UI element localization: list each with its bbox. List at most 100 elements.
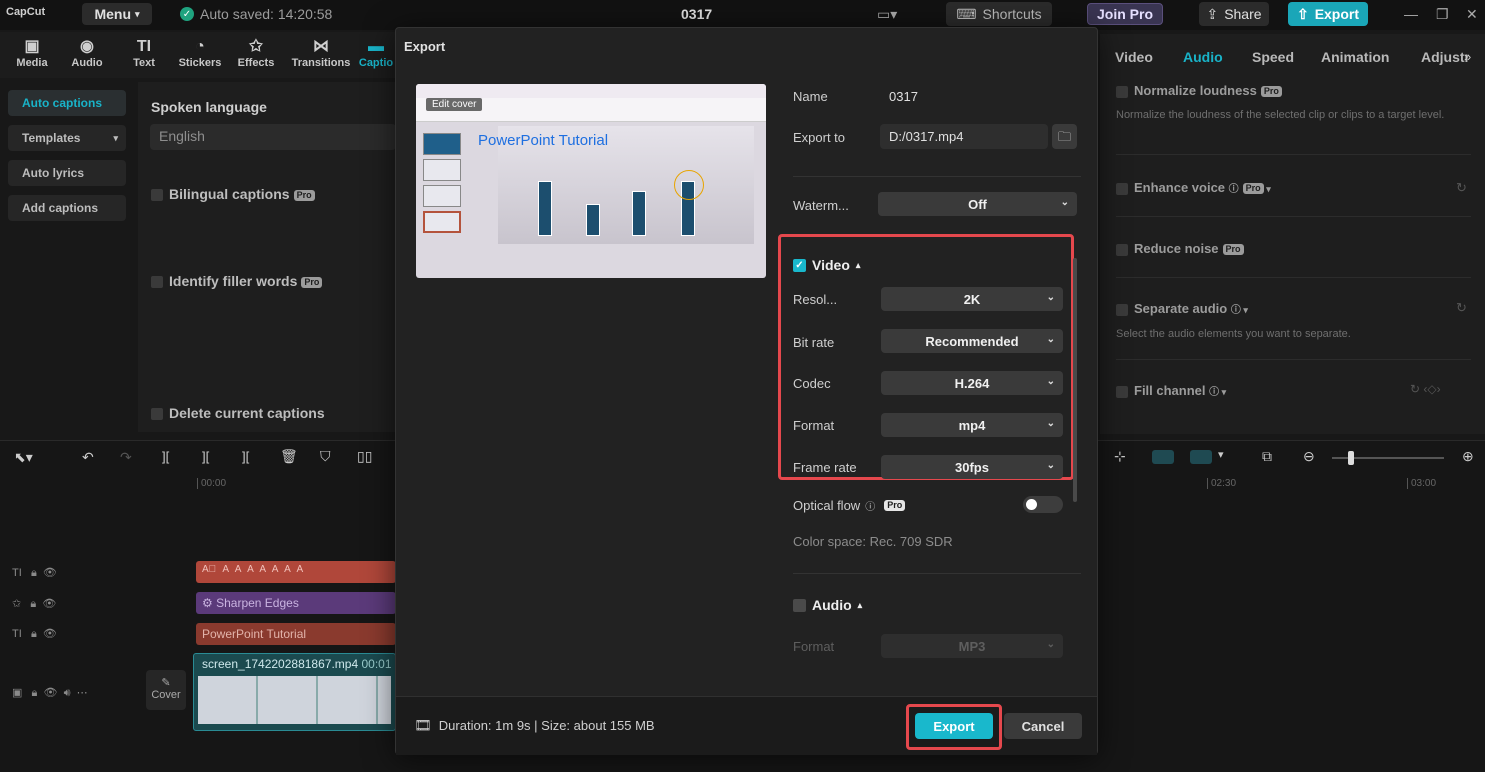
toolbar-text[interactable]: TI Text <box>119 37 169 69</box>
filler-checkbox[interactable] <box>151 276 163 289</box>
toolbar-effects[interactable]: ✩ Effects <box>231 37 281 69</box>
split-left-icon[interactable]: ][ <box>202 449 209 464</box>
check-circle-icon: ✓ <box>180 7 194 21</box>
separate-checkbox[interactable] <box>1116 303 1128 316</box>
normalize-row[interactable]: Normalize loudness Pro <box>1116 83 1282 98</box>
preview-axis-icon[interactable] <box>1190 450 1212 464</box>
optical-flow-toggle[interactable] <box>1023 496 1063 513</box>
edit-cover-label[interactable]: Edit cover <box>426 98 483 111</box>
resolution-select[interactable]: 2K ⌄ <box>881 287 1063 311</box>
redo-icon[interactable]: ↷ <box>120 449 132 466</box>
export-button[interactable]: Export <box>915 713 993 739</box>
export-preview[interactable]: Edit cover PowerPoint Tutorial <box>416 84 766 278</box>
layout-icon[interactable]: ▭▾ <box>877 6 907 24</box>
tab-adjustment[interactable]: Adjustme <box>1421 49 1469 65</box>
filler-words-row[interactable]: Identify filler words Pro <box>151 273 323 289</box>
video-clip-label: screen_1742202881867.mp4 <box>202 657 359 671</box>
snap-icon[interactable]: ⊹ <box>1114 448 1126 465</box>
export-dialog: Export Edit cover PowerPoint Tutorial Na… <box>395 27 1098 755</box>
framerate-select[interactable]: 30fps ⌄ <box>881 455 1063 479</box>
zoom-slider-handle[interactable] <box>1348 451 1354 465</box>
crop-icon[interactable]: ▯▯ <box>357 448 372 465</box>
minimize-icon[interactable]: — <box>1404 6 1418 22</box>
delete-captions-row[interactable]: Delete current captions <box>151 405 325 421</box>
cancel-button[interactable]: Cancel <box>1004 713 1082 739</box>
zoom-in-icon[interactable]: ⊕ <box>1462 448 1474 465</box>
codec-select[interactable]: H.264 ⌄ <box>881 371 1063 395</box>
text-clip[interactable]: PowerPoint Tutorial <box>196 623 396 645</box>
normalize-checkbox[interactable] <box>1116 85 1128 98</box>
join-pro-button[interactable]: Join Pro <box>1087 3 1163 25</box>
folder-icon[interactable]: 🗀 <box>1052 124 1077 149</box>
tab-animation[interactable]: Animation <box>1321 49 1389 65</box>
tab-video[interactable]: Video <box>1115 49 1153 65</box>
toolbar-captions[interactable]: ▬ Captio <box>356 37 396 69</box>
audio-section-toggle[interactable]: Audio ▴ <box>793 597 862 613</box>
video-clip[interactable]: screen_1742202881867.mp4 00:01 <box>193 653 396 731</box>
nav-auto-captions[interactable]: Auto captions <box>8 90 126 116</box>
keyframe-icon[interactable]: ↻ ‹◇› <box>1410 382 1441 396</box>
fill-channel-row[interactable]: Fill channel ⓘ ▾ <box>1116 383 1226 398</box>
resolution-label: Resol... <box>793 292 838 307</box>
effect-clip[interactable]: ⚙ Sharpen Edges <box>196 592 396 614</box>
language-select[interactable]: English <box>150 124 396 150</box>
enhance-checkbox[interactable] <box>1116 182 1128 195</box>
menu-button[interactable]: Menu ▾ <box>82 3 152 25</box>
shortcuts-button[interactable]: ⌨ Shortcuts <box>946 2 1052 26</box>
toolbar-audio[interactable]: ◉ Audio <box>62 37 112 69</box>
zoom-out-icon[interactable]: ⊖ <box>1303 448 1315 465</box>
video-checkbox[interactable]: ✓ <box>793 258 806 272</box>
tab-speed[interactable]: Speed <box>1252 49 1294 65</box>
reset-icon[interactable]: ↻ <box>1456 300 1467 316</box>
chevron-down-icon[interactable]: ▾ <box>1218 448 1224 461</box>
settings-scrollbar[interactable] <box>1073 258 1077 502</box>
maximize-icon[interactable]: ❐ <box>1436 6 1449 23</box>
enhance-voice-row[interactable]: Enhance voice ⓘ Pro ▾ <box>1116 180 1271 195</box>
toolbar-media[interactable]: ▣ Media <box>7 37 57 69</box>
more-tabs-icon[interactable]: » <box>1464 49 1471 64</box>
link-toggle-icon[interactable] <box>1152 450 1174 464</box>
toolbar-transitions[interactable]: ⋈ Transitions <box>290 37 352 69</box>
nav-templates[interactable]: Templates ▾ <box>8 125 126 151</box>
audio-checkbox[interactable] <box>793 598 806 612</box>
caption-clips[interactable]: A⃞ A A A A A A A <box>196 561 396 583</box>
watermark-select[interactable]: Off ⌄ <box>878 192 1077 216</box>
nav-add-captions[interactable]: Add captions <box>8 195 126 221</box>
reduce-checkbox[interactable] <box>1116 243 1128 256</box>
format-select[interactable]: mp4 ⌄ <box>881 413 1063 437</box>
share-button[interactable]: ⇪ Share <box>1199 2 1269 26</box>
audio-format-select[interactable]: MP3 ⌄ <box>881 634 1063 658</box>
undo-icon[interactable]: ↶ <box>82 449 94 466</box>
export-top-button[interactable]: ⇧ Export <box>1288 2 1368 26</box>
reset-icon[interactable]: ↻ <box>1456 180 1467 196</box>
shield-icon[interactable]: ⛉ <box>320 448 331 465</box>
toolbar-transitions-label: Transitions <box>291 57 351 69</box>
divider <box>1116 277 1471 278</box>
export-to-label: Export to <box>793 130 846 145</box>
pro-badge: Pro <box>1260 86 1282 98</box>
name-value[interactable]: 0317 <box>889 89 918 104</box>
tab-audio[interactable]: Audio <box>1183 49 1223 65</box>
time-marker-2: 02:30 <box>1207 478 1236 489</box>
delete-icon[interactable]: 🗑︎ <box>280 448 298 465</box>
cover-button[interactable]: ✎ Cover <box>146 670 186 710</box>
nav-auto-lyrics[interactable]: Auto lyrics <box>8 160 126 186</box>
reduce-noise-row[interactable]: Reduce noise Pro <box>1116 241 1244 256</box>
video-section-toggle[interactable]: ✓ Video ▴ <box>793 257 860 273</box>
fill-checkbox[interactable] <box>1116 385 1128 398</box>
split-right-icon[interactable]: ][ <box>242 449 249 464</box>
split-icon[interactable]: ][ <box>162 449 169 464</box>
caption-preview-icon[interactable]: ⧉ <box>1262 448 1272 465</box>
delete-checkbox[interactable] <box>151 408 163 421</box>
close-icon[interactable]: ✕ <box>1466 6 1478 23</box>
select-tool-icon[interactable]: ⬉▾ <box>14 449 33 466</box>
bilingual-checkbox[interactable] <box>151 189 163 202</box>
export-path-input[interactable]: D:/0317.mp4 <box>880 124 1048 149</box>
separate-label: Separate audio <box>1134 301 1228 316</box>
info-icon: ⓘ <box>1228 184 1239 195</box>
bilingual-captions-row[interactable]: Bilingual captions Pro <box>151 186 315 202</box>
toolbar-stickers[interactable]: ◔ Stickers <box>175 37 225 69</box>
separate-audio-row[interactable]: Separate audio ⓘ ▾ <box>1116 301 1248 316</box>
bitrate-select[interactable]: Recommended ⌄ <box>881 329 1063 353</box>
chevron-down-icon: ⌄ <box>1046 334 1055 345</box>
